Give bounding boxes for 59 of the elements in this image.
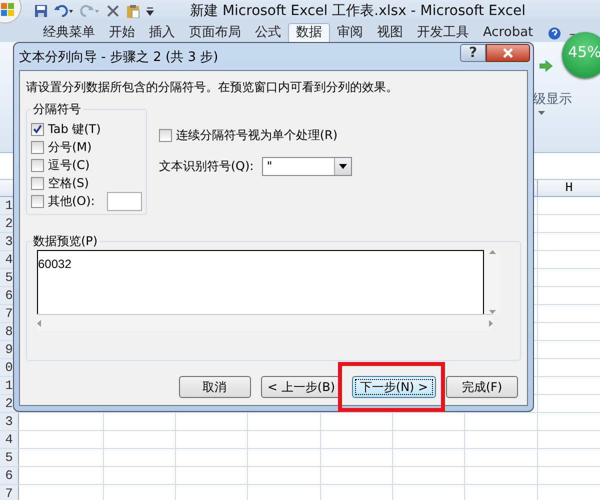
ribbon-tab[interactable]: 页面布局 xyxy=(182,24,248,42)
row-number: 6 xyxy=(0,467,19,484)
ribbon-group-label: 级显示 xyxy=(533,91,572,108)
group-label: 数据预览(P) xyxy=(32,233,99,250)
checkbox-label: Tab 键(T) xyxy=(48,120,101,138)
scroll-down-icon[interactable] xyxy=(488,310,496,314)
caret-icon xyxy=(338,164,347,169)
row-number: 7 xyxy=(0,485,19,500)
window-title: 新建 Microsoft Excel 工作表.xlsx - Microsoft Excel xyxy=(190,2,526,20)
dialog-title: 文本分列向导 - 步骤之 2 (共 3 步) xyxy=(19,48,220,66)
column-header[interactable]: H xyxy=(537,180,600,196)
undo-icon[interactable] xyxy=(54,4,74,18)
ribbon-tab[interactable]: 视图 xyxy=(370,24,410,42)
checkbox[interactable] xyxy=(158,129,172,142)
arrow-right-icon[interactable] xyxy=(539,60,553,72)
clipboard-icon[interactable] xyxy=(126,4,140,18)
instruction-text: 请设置分列数据所包含的分隔符号。在预览窗口内可看到分列的效果。 xyxy=(26,79,399,96)
scroll-right-icon[interactable] xyxy=(489,320,493,326)
checkbox-label: 空格(S) xyxy=(48,174,89,192)
close-button[interactable] xyxy=(486,44,530,62)
row-number: 4 xyxy=(0,431,19,448)
scroll-up-icon[interactable] xyxy=(488,250,496,254)
ribbon-tab[interactable]: 审阅 xyxy=(330,24,370,42)
close-icon xyxy=(501,48,515,58)
wizard-button[interactable]: 完成(F) xyxy=(446,376,518,398)
group-label: 分隔符号 xyxy=(32,101,82,118)
ribbon-tab[interactable]: 开始 xyxy=(102,24,142,42)
wizard-button[interactable]: 下一步(N) > xyxy=(352,376,436,398)
caret-icon[interactable] xyxy=(538,111,545,115)
ribbon-tab[interactable]: 公式 xyxy=(248,24,288,42)
checkbox-label: 逗号(C) xyxy=(48,156,90,174)
preview-line: 60032 xyxy=(38,257,72,271)
row-number: 3 xyxy=(0,413,19,430)
ribbon-tab[interactable]: Acrobat xyxy=(476,24,540,42)
redo-icon[interactable] xyxy=(80,4,100,18)
help-button[interactable]: ? xyxy=(460,44,486,62)
horizontal-scrollbar[interactable] xyxy=(37,314,493,331)
qualifier-dropdown[interactable]: " xyxy=(262,157,352,176)
ribbon-tab[interactable]: 开发工具 xyxy=(410,24,476,42)
customize-caret-icon[interactable] xyxy=(146,6,154,16)
help-icon[interactable] xyxy=(548,27,562,40)
checkbox[interactable] xyxy=(31,158,44,172)
ribbon-tab[interactable]: 插入 xyxy=(142,24,182,42)
checkbox[interactable] xyxy=(31,194,44,208)
field-label: 文本识别符号(Q): xyxy=(158,158,254,175)
checkbox-label: 分号(M) xyxy=(48,138,92,156)
ribbon-tab[interactable]: 数据 xyxy=(288,23,330,42)
vertical-scrollbar[interactable] xyxy=(484,250,500,314)
save-icon[interactable] xyxy=(34,4,48,18)
scroll-left-icon[interactable] xyxy=(37,320,41,326)
checkbox[interactable] xyxy=(31,176,44,190)
wizard-button[interactable]: 取消 xyxy=(178,376,251,398)
checkbox[interactable] xyxy=(31,140,44,154)
other-delimiter-field[interactable] xyxy=(106,192,142,210)
checkbox-label: 其他(O): xyxy=(48,192,95,210)
row-number: 5 xyxy=(0,449,19,466)
checkbox[interactable] xyxy=(31,122,44,136)
checkbox-label: 连续分隔符号视为单个处理(R) xyxy=(176,127,338,144)
ribbon-tab[interactable]: 经典菜单 xyxy=(36,24,102,42)
